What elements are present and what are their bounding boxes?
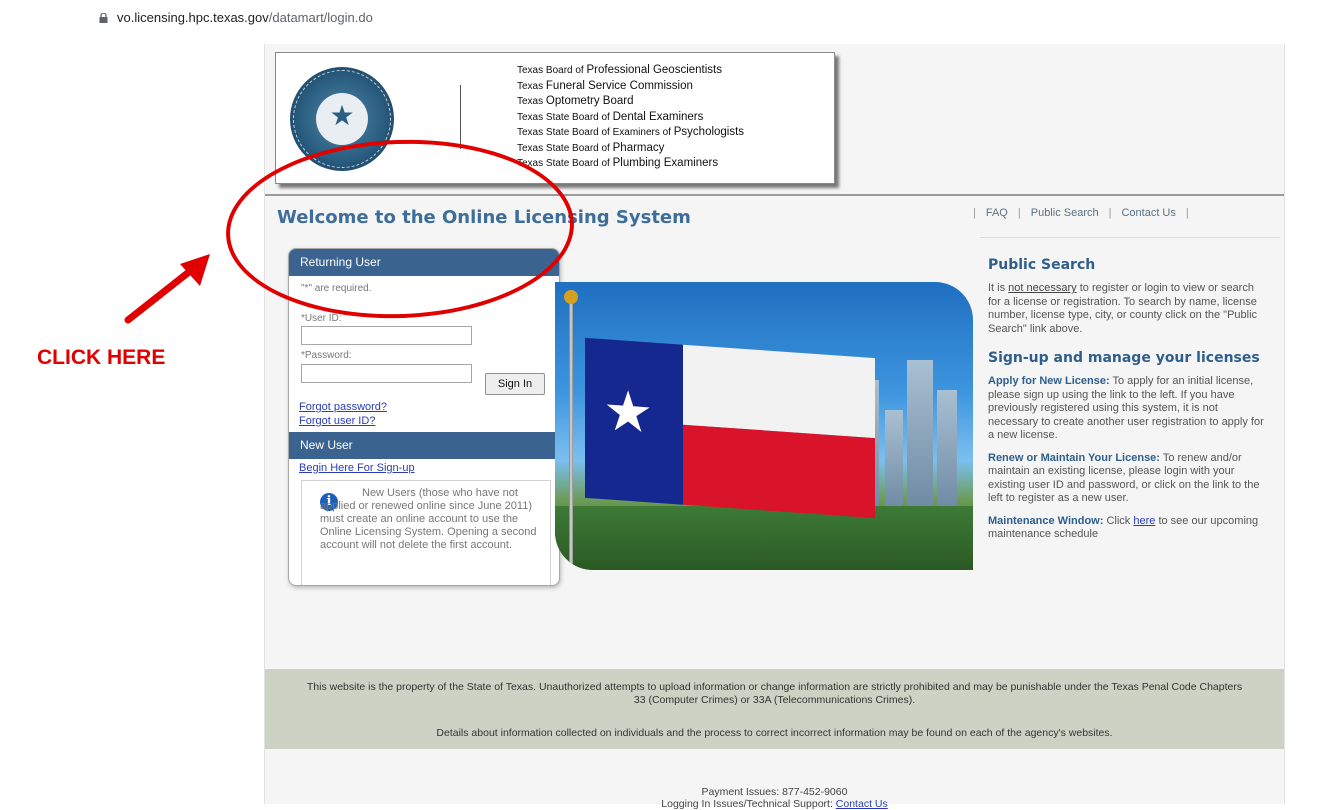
banner-divider <box>460 85 461 149</box>
signup-heading: Sign-up and manage your licenses <box>988 350 1260 366</box>
public-search-heading: Public Search <box>988 257 1096 273</box>
url-path: /datamart/login.do <box>268 10 373 25</box>
board-item: Texas Optometry Board <box>517 95 634 107</box>
new-user-info-text: New Users (those who have not applied or… <box>320 487 537 551</box>
disclaimer-line-1: This website is the property of the Stat… <box>306 681 1243 706</box>
user-id-input[interactable] <box>301 326 472 345</box>
maintenance-here-link[interactable]: here <box>1133 515 1155 527</box>
new-user-info: i New Users (those who have not applied … <box>301 480 551 585</box>
nav-underline <box>980 237 1280 238</box>
board-item: Texas Board of Professional Geoscientist… <box>517 64 722 76</box>
password-input[interactable] <box>301 364 472 383</box>
forgot-password-link[interactable]: Forgot password? <box>299 401 387 413</box>
url-host: vo.licensing.hpc.texas.gov <box>117 10 269 25</box>
forgot-user-id-link[interactable]: Forgot user ID? <box>299 415 375 427</box>
board-item: Texas State Board of Pharmacy <box>517 141 665 154</box>
board-item: Texas State Board of Plumbing Examiners <box>517 157 719 169</box>
legal-disclaimer: This website is the property of the Stat… <box>265 669 1284 749</box>
maintenance-text: Maintenance Window: Click here to see ou… <box>988 514 1259 541</box>
texas-flag: ★ <box>585 337 875 519</box>
board-item: Texas State Board of Examiners of Psycho… <box>517 126 745 138</box>
public-search-link[interactable]: Public Search <box>1031 207 1099 219</box>
info-column: Public Search It is not necessary to reg… <box>988 257 1266 551</box>
footer: Payment Issues: 877-452-9060 Logging In … <box>265 786 1284 810</box>
click-here-label: CLICK HERE <box>37 346 166 369</box>
public-search-text: It is not necessary to register or login… <box>988 282 1258 335</box>
address-bar[interactable]: vo.licensing.hpc.texas.gov/datamart/logi… <box>0 0 1343 38</box>
renew-text: Renew or Maintain Your License: To renew… <box>988 451 1260 505</box>
sign-up-link[interactable]: Begin Here For Sign-up <box>299 462 415 474</box>
contact-us-link[interactable]: Contact Us <box>1121 207 1175 219</box>
disclaimer-line-2: Details about information collected on i… <box>436 727 1113 739</box>
new-user-header: New User <box>289 432 559 459</box>
top-nav: | FAQ | Public Search | Contact Us | <box>973 207 1189 219</box>
board-item: Texas State Board of Dental Examiners <box>517 110 704 123</box>
board-item: Texas Funeral Service Commission <box>517 79 693 92</box>
sign-in-button[interactable]: Sign In <box>485 373 545 395</box>
red-arrow-icon <box>124 254 210 324</box>
payment-issues: Payment Issues: 877-452-9060 <box>701 786 848 798</box>
texas-flag-photo: ★ <box>555 282 973 570</box>
lock-icon <box>99 13 108 23</box>
url-text[interactable]: vo.licensing.hpc.texas.gov/datamart/logi… <box>117 10 373 25</box>
apply-text: Apply for New License: To apply for an i… <box>988 375 1264 441</box>
user-id-label: *User ID: <box>301 313 342 324</box>
password-label: *Password: <box>301 350 352 361</box>
boards-list: Texas Board of Professional Geoscientist… <box>517 63 744 172</box>
faq-link[interactable]: FAQ <box>986 207 1008 219</box>
